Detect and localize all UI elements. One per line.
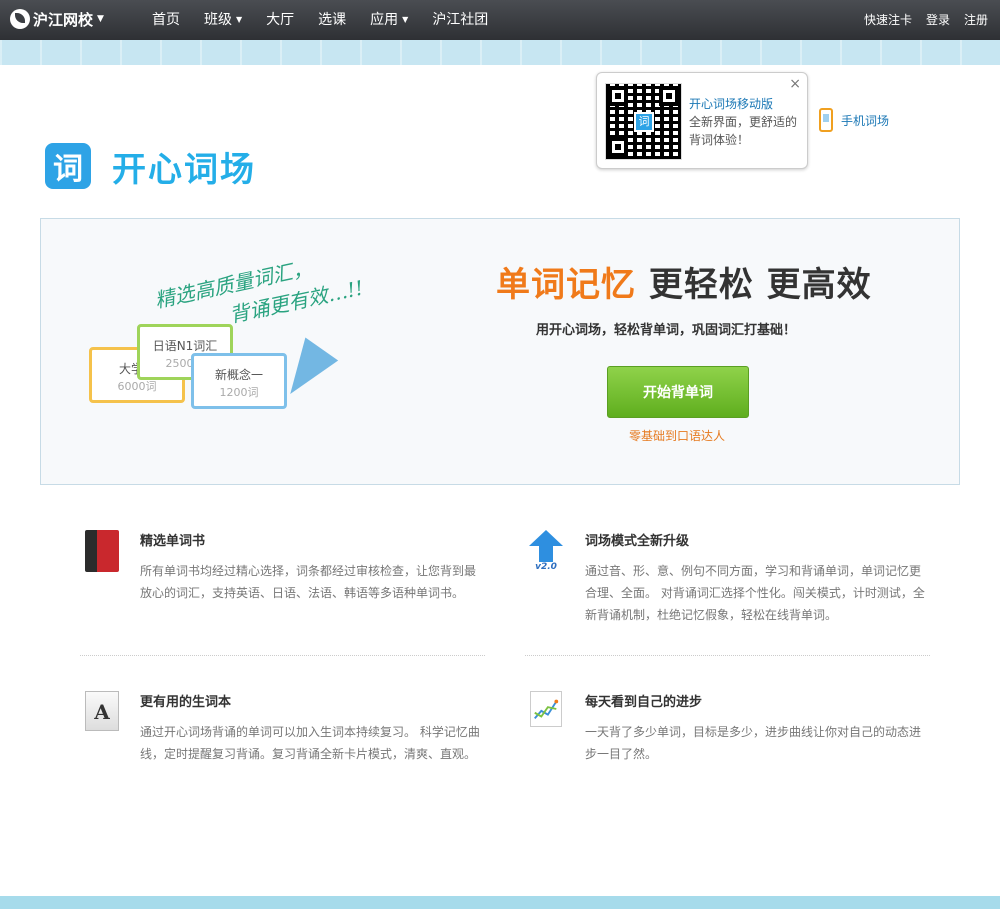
hero-subtitle: 用开心词场，轻松背单词，巩固词汇打基础！ bbox=[536, 323, 797, 338]
main-menu: 首页 班级 ▼ 大厅 选课 应用 ▼ 沪江社团 bbox=[140, 0, 500, 40]
qr-corner bbox=[608, 137, 628, 157]
nav-item-hall[interactable]: 大厅 bbox=[254, 0, 306, 40]
site-logo[interactable]: 沪江网校 ▼ bbox=[10, 8, 104, 30]
nav-item-apps[interactable]: 应用 ▼ bbox=[358, 0, 420, 40]
feature-desc: 通过开心词场背诵的单词可以加入生词本持续复习。 科学记忆曲线，定时提醒复习背诵。… bbox=[140, 725, 480, 761]
feature-desc: 通过音、形、意、例句不同方面，学习和背诵单词，单词记忆更合理、全面。 对背诵词汇… bbox=[585, 564, 925, 622]
qr-title[interactable]: 开心词场移动版 bbox=[689, 95, 804, 113]
wordbook-count: 6000词 bbox=[117, 380, 157, 393]
feature-title: 精选单词书 bbox=[140, 534, 206, 549]
vocab-book-icon: A bbox=[85, 691, 119, 731]
feature-desc: 所有单词书均经过精心选择，词条都经过审核检查，让您背到最放心的词汇，支持英语、日… bbox=[140, 564, 477, 600]
qr-description: 开心词场移动版 全新界面，更舒适的背词体验！ bbox=[689, 95, 804, 149]
phone-icon bbox=[819, 108, 833, 132]
qr-code-icon: 词 bbox=[605, 83, 682, 160]
quick-card-link[interactable]: 快速注卡 bbox=[864, 0, 912, 40]
account-links: 快速注卡 登录 注册 bbox=[850, 0, 988, 40]
hero-banner: 精选高质量词汇， 背诵更有效…!! 大学英 6000词 日语N1词汇 2500词… bbox=[40, 218, 960, 485]
beginner-course-link[interactable]: 零基础到口语达人 bbox=[629, 427, 725, 444]
footer-band bbox=[0, 896, 1000, 909]
qr-desc: 全新界面，更舒适的背词体验！ bbox=[689, 115, 798, 147]
app-logo-icon: 词 bbox=[45, 143, 91, 189]
wordbook-count: 1200词 bbox=[219, 386, 259, 399]
app-title: 开心词场 bbox=[112, 150, 256, 190]
qr-corner bbox=[608, 86, 628, 106]
upgrade-icon: v2.0 bbox=[525, 530, 567, 576]
chevron-down-icon: ▼ bbox=[236, 15, 243, 24]
version-badge: v2.0 bbox=[535, 562, 557, 572]
progress-chart-icon bbox=[530, 691, 562, 727]
start-learning-button[interactable]: 开始背单词 bbox=[607, 366, 749, 418]
qr-corner bbox=[659, 86, 679, 106]
chevron-down-icon: ▼ bbox=[97, 14, 104, 24]
feature-title: 每天看到自己的进步 bbox=[585, 695, 703, 710]
decorative-skyline bbox=[0, 40, 1000, 65]
nav-item-courses[interactable]: 选课 bbox=[306, 0, 358, 40]
top-nav: 沪江网校 ▼ 首页 班级 ▼ 大厅 选课 应用 ▼ 沪江社团 快速注卡 登录 注册 bbox=[0, 0, 1000, 40]
nav-item-community[interactable]: 沪江社团 bbox=[420, 0, 500, 40]
wordbook-name: 新概念一 bbox=[214, 368, 263, 382]
feature-title: 词场模式全新升级 bbox=[585, 534, 690, 549]
nav-item-home[interactable]: 首页 bbox=[140, 0, 192, 40]
divider bbox=[525, 655, 930, 656]
mobile-qr-popup: × 词 开心词场移动版 全新界面，更舒适的背词体验！ bbox=[596, 72, 808, 169]
divider bbox=[80, 655, 485, 656]
wordbook-card: 新概念一 1200词 bbox=[191, 353, 287, 409]
slogan-highlight: 单词记忆 bbox=[496, 265, 636, 305]
qr-center-logo: 词 bbox=[634, 112, 654, 132]
chevron-down-icon: ▼ bbox=[402, 15, 409, 24]
books-icon bbox=[85, 530, 119, 572]
login-link[interactable]: 登录 bbox=[926, 0, 950, 40]
leaf-logo-icon bbox=[10, 9, 30, 29]
feature-title: 更有用的生词本 bbox=[140, 695, 232, 710]
slogan-rest: 更轻松 更高效 bbox=[636, 265, 872, 305]
close-icon[interactable]: × bbox=[789, 76, 801, 92]
mobile-app-link-label: 手机词场 bbox=[841, 113, 890, 128]
register-link[interactable]: 注册 bbox=[964, 0, 988, 40]
site-logo-text: 沪江网校 bbox=[33, 10, 94, 29]
nav-item-classes[interactable]: 班级 ▼ bbox=[192, 0, 254, 40]
mobile-app-link[interactable]: 手机词场 bbox=[819, 108, 889, 132]
hero-slogan: 单词记忆 更轻松 更高效 bbox=[496, 257, 872, 306]
feature-desc: 一天背了多少单词，目标是多少，进步曲线让你对自己的动态进步一目了然。 bbox=[585, 725, 922, 761]
